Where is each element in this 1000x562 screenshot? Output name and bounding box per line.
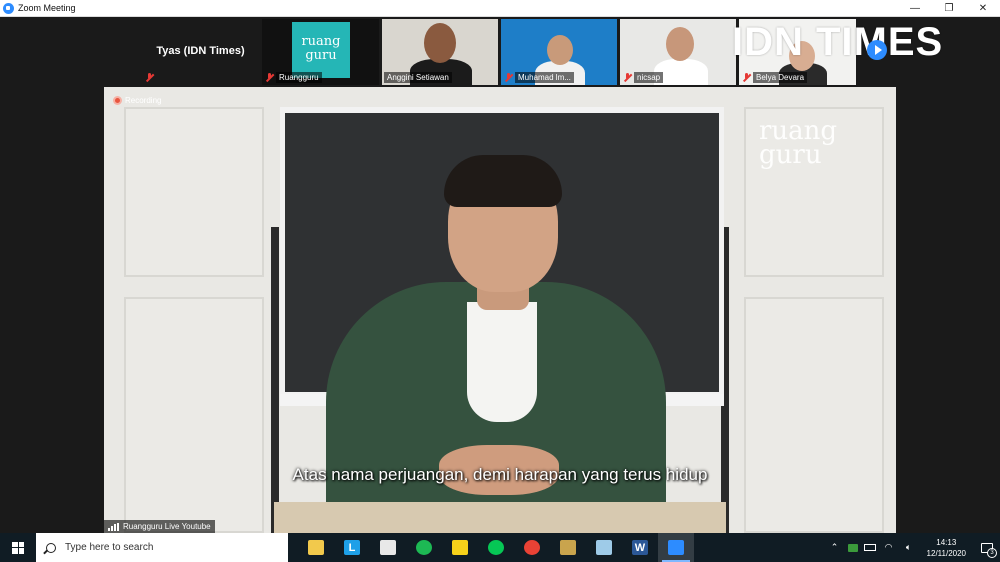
minimize-button[interactable]: — [898, 0, 932, 17]
chevron-right-icon[interactable] [867, 40, 887, 60]
idn-times-watermark: IDN TIMES [732, 20, 944, 64]
maximize-button[interactable]: ❐ [932, 0, 966, 17]
system-clock[interactable]: 14:13 12/11/2020 [927, 537, 966, 559]
taskbar-app-button[interactable]: W [622, 533, 658, 562]
line-icon [488, 540, 504, 555]
chrome-icon [524, 540, 540, 555]
file-explorer-icon [308, 540, 324, 555]
muted-mic-icon [742, 73, 751, 82]
participant-video [424, 23, 456, 63]
windows-taskbar: Type here to search LW ⌃ ◠ 🔈︎ 14:13 12/1… [0, 533, 1000, 562]
wifi-icon[interactable]: ◠ [882, 542, 896, 553]
logo-line: ruang [301, 34, 341, 49]
clock-date: 12/11/2020 [926, 548, 966, 558]
zoom-icon [668, 540, 684, 555]
wall-panel [124, 297, 264, 533]
store-icon [380, 540, 396, 555]
paint-icon [560, 540, 576, 555]
battery-icon[interactable] [863, 544, 876, 551]
window-title: Zoom Meeting [18, 3, 76, 13]
active-speaker-video[interactable]: ruang guru Recording Atas nama perjuanga… [104, 87, 896, 533]
participant-name: Anggini Setiawan [384, 72, 452, 83]
recording-label: Recording [125, 96, 162, 105]
sticky-notes-icon [452, 540, 468, 555]
l-app-icon: L [344, 540, 360, 555]
window-controls: — ❐ ✕ [898, 0, 1000, 17]
participant-name: Ruangguru [276, 72, 322, 83]
muted-mic-icon [145, 73, 154, 82]
chevron-up-icon[interactable]: ⌃ [828, 542, 842, 553]
taskbar-app-button[interactable] [658, 533, 694, 562]
participant-name: Muhamad lm... [515, 72, 574, 83]
windows-logo-icon [12, 541, 24, 554]
network-device-icon[interactable] [847, 543, 858, 552]
logo-line: guru [305, 48, 337, 63]
speaker-undershirt [467, 302, 537, 422]
taskbar-app-button[interactable] [406, 533, 442, 562]
taskbar-app-button[interactable] [298, 533, 334, 562]
notification-count: 3 [987, 548, 997, 558]
ruangguru-watermark: ruang guru [759, 118, 837, 170]
notification-center-button[interactable]: 3 [974, 533, 1000, 562]
muted-mic-icon [623, 73, 632, 82]
taskbar-search-input[interactable]: Type here to search [36, 533, 288, 562]
speaker-name: Ruangguru Live Youtube [123, 522, 211, 531]
signal-strength-icon [108, 522, 120, 531]
search-placeholder: Type here to search [65, 542, 154, 553]
video-subtitle: Atas nama perjuangan, demi harapan yang … [292, 465, 708, 484]
participant-video [547, 35, 573, 65]
muted-mic-icon [265, 73, 274, 82]
speaker-name-label: Ruangguru Live Youtube [104, 520, 215, 533]
notepad-icon [596, 540, 612, 555]
taskbar-app-button[interactable] [442, 533, 478, 562]
taskbar-app-button[interactable] [514, 533, 550, 562]
participant-tile[interactable]: ruang guru Ruangguru [262, 19, 379, 85]
pinned-apps: LW [298, 533, 694, 562]
muted-mic-icon [504, 73, 513, 82]
participant-video [666, 27, 694, 61]
participant-tile[interactable]: Tyas (IDN Times) [142, 19, 259, 85]
watermark-line: guru [759, 140, 822, 170]
participant-display-name: Tyas (IDN Times) [156, 45, 245, 57]
word-icon: W [632, 540, 648, 555]
taskbar-app-button[interactable] [550, 533, 586, 562]
search-icon [46, 542, 56, 553]
wall-panel [744, 297, 884, 533]
start-button[interactable] [0, 533, 36, 562]
close-button[interactable]: ✕ [966, 0, 1000, 17]
spotify-icon [416, 540, 432, 555]
taskbar-app-button[interactable] [478, 533, 514, 562]
board-stand [271, 227, 279, 533]
participant-tile[interactable]: Muhamad lm... [501, 19, 617, 85]
desk [274, 502, 726, 533]
recording-indicator[interactable]: Recording [113, 96, 161, 105]
record-icon [113, 96, 122, 105]
wall-panel [124, 107, 264, 277]
taskbar-app-button[interactable]: L [334, 533, 370, 562]
taskbar-app-button[interactable] [586, 533, 622, 562]
speaker-hair [444, 155, 562, 207]
participant-tile[interactable]: Anggini Setiawan [382, 19, 498, 85]
ruangguru-logo: ruang guru [292, 22, 350, 78]
taskbar-app-button[interactable] [370, 533, 406, 562]
clock-time: 14:13 [936, 537, 957, 547]
participant-tile[interactable]: nicsap [620, 19, 736, 85]
participant-name: nicsap [634, 72, 664, 83]
zoom-app-icon [3, 2, 14, 14]
system-tray: ⌃ ◠ 🔈︎ 14:13 12/11/2020 3 [825, 533, 1000, 562]
volume-icon[interactable]: 🔈︎ [902, 542, 916, 553]
participant-strip: Tyas (IDN Times) ruang guru Ruangguru An… [0, 17, 1000, 87]
participant-name: Belya Devara [753, 72, 808, 83]
title-bar: Zoom Meeting — ❐ ✕ [0, 0, 1000, 17]
